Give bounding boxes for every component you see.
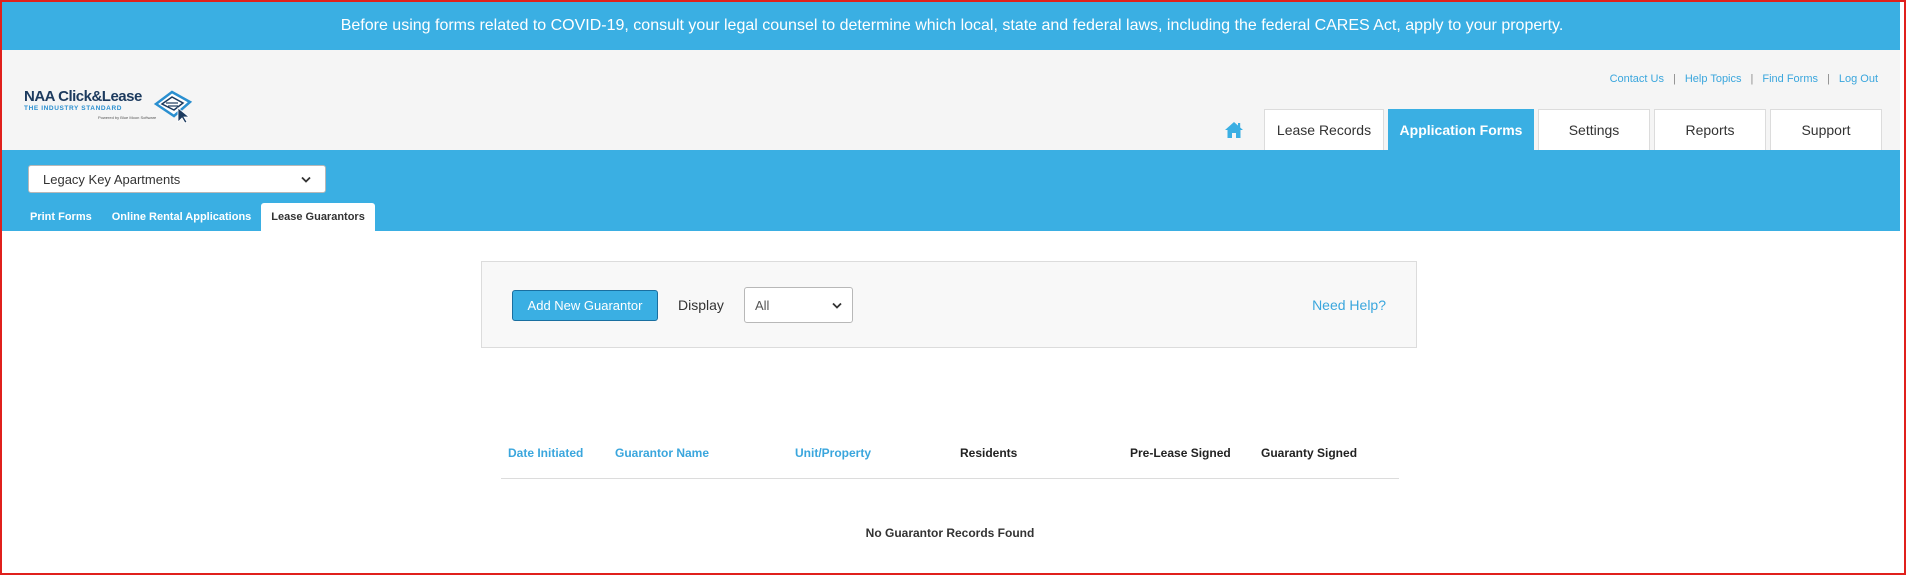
column-date-initiated[interactable]: Date Initiated	[508, 446, 583, 460]
tab-lease-records[interactable]: Lease Records	[1264, 109, 1384, 150]
chevron-down-icon	[301, 176, 311, 183]
display-filter-value: All	[755, 297, 770, 313]
covid-banner-text: Before using forms related to COVID-19, …	[340, 17, 1564, 34]
link-separator: |	[1750, 73, 1754, 85]
log-out-link[interactable]: Log Out	[1839, 73, 1878, 85]
empty-state-message: No Guarantor Records Found	[865, 526, 1035, 540]
column-unit-property[interactable]: Unit/Property	[795, 446, 871, 460]
link-separator: |	[1672, 73, 1676, 85]
column-residents: Residents	[960, 446, 1018, 460]
app-window: Before using forms related to COVID-19, …	[2, 2, 1902, 573]
subtab-online-rental-applications[interactable]: Online Rental Applications	[102, 203, 262, 231]
tab-settings[interactable]: Settings	[1538, 109, 1650, 150]
logo-powered-by: Powered by Blue Moon Software	[98, 115, 157, 120]
sub-header: Legacy Key Apartments Print Forms Online…	[2, 150, 1902, 231]
tab-reports[interactable]: Reports	[1654, 109, 1766, 150]
help-topics-link[interactable]: Help Topics	[1685, 73, 1742, 85]
link-separator: |	[1827, 73, 1830, 85]
subtab-print-forms[interactable]: Print Forms	[20, 203, 102, 231]
site-header: NAA Click&Lease THE INDUSTRY STANDARD Po…	[2, 50, 1902, 150]
need-help-link[interactable]: Need Help?	[1312, 297, 1386, 313]
logo-cursor-icon	[153, 90, 193, 124]
column-pre-lease-signed: Pre-Lease Signed	[1130, 446, 1231, 460]
logo-brand: NAA Click&Lease	[24, 88, 142, 105]
app-frame: Before using forms related to COVID-19, …	[0, 0, 1906, 575]
sub-tabs: Print Forms Online Rental Applications L…	[20, 203, 375, 231]
display-label: Display	[678, 297, 724, 313]
utility-links: Contact Us | Help Topics | Find Forms | …	[1610, 73, 1878, 85]
guarantor-table: Date Initiated Guarantor Name Unit/Prope…	[501, 438, 1399, 540]
chevron-down-icon	[832, 302, 842, 309]
find-forms-link[interactable]: Find Forms	[1762, 73, 1818, 85]
contact-us-link[interactable]: Contact Us	[1610, 73, 1664, 85]
main-nav: Lease Records Application Forms Settings…	[1214, 109, 1882, 150]
tab-support[interactable]: Support	[1770, 109, 1882, 150]
guarantor-toolbar: Add New Guarantor Display All Need Help?	[481, 261, 1417, 348]
covid-banner: Before using forms related to COVID-19, …	[2, 2, 1902, 50]
display-filter-select[interactable]: All	[744, 287, 853, 323]
column-guaranty-signed: Guaranty Signed	[1261, 446, 1358, 460]
window-edge	[1900, 2, 1902, 573]
naa-logo[interactable]: NAA Click&Lease THE INDUSTRY STANDARD Po…	[24, 88, 204, 128]
subtab-lease-guarantors[interactable]: Lease Guarantors	[261, 203, 375, 231]
home-button[interactable]	[1214, 109, 1254, 150]
add-new-guarantor-button[interactable]: Add New Guarantor	[512, 290, 658, 321]
column-guarantor-name[interactable]: Guarantor Name	[615, 446, 709, 460]
property-select-value: Legacy Key Apartments	[43, 171, 181, 187]
table-header: Date Initiated Guarantor Name Unit/Prope…	[501, 438, 1399, 479]
tab-application-forms[interactable]: Application Forms	[1388, 109, 1534, 150]
logo-tagline: THE INDUSTRY STANDARD	[24, 105, 123, 112]
property-select[interactable]: Legacy Key Apartments	[28, 165, 326, 193]
home-icon	[1225, 121, 1243, 138]
